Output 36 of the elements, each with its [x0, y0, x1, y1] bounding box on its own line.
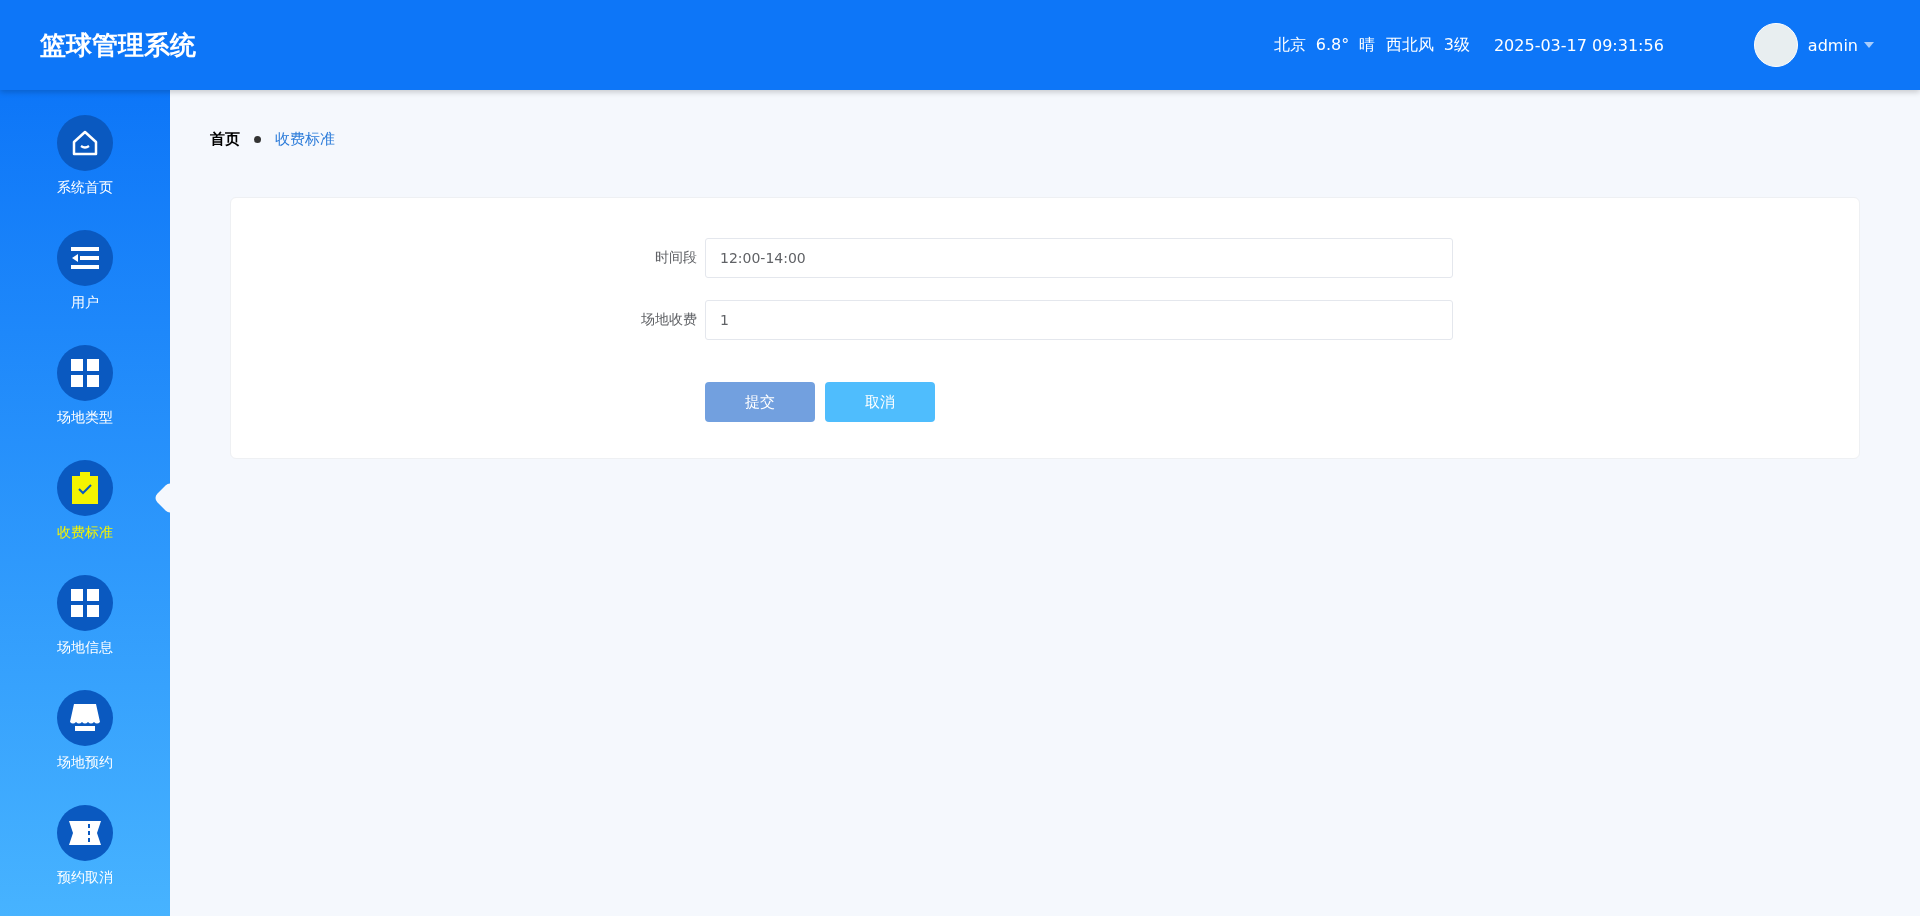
sidebar-item[interactable]: 场地预约 [57, 754, 113, 772]
field-label: 场地收费 [640, 311, 698, 329]
sidebar-item[interactable]: 场地类型 [57, 409, 113, 427]
sidebar-item[interactable]: 用户 [71, 294, 99, 312]
caret-icon[interactable] [1864, 42, 1874, 48]
separator-dot [254, 135, 261, 143]
menu-icon-circle[interactable] [57, 575, 113, 631]
user-name[interactable]: admin [1807, 35, 1858, 55]
clipboard-check-icon [72, 472, 98, 504]
input-field[interactable]: 12:00-14:00 [705, 238, 1453, 278]
storefront-icon [70, 704, 100, 732]
list-icon [71, 246, 99, 270]
breadcrumb-item[interactable]: 收费标准 [275, 129, 335, 149]
ticket-icon [69, 821, 101, 845]
field-label: 时间段 [654, 249, 698, 267]
grid-icon [71, 359, 99, 387]
grid-icon [71, 589, 99, 617]
menu-icon-circle[interactable] [57, 805, 113, 861]
sidebar-item[interactable]: 系统首页 [57, 179, 113, 197]
menu-icon-circle[interactable] [57, 230, 113, 286]
menu-icon-circle[interactable] [57, 690, 113, 746]
date-time: 2025-03-17 09:31:56 [1493, 35, 1664, 55]
home-icon [70, 128, 100, 158]
menu-icon-circle[interactable] [57, 345, 113, 401]
app-title: 篮球管理系统 [40, 28, 197, 62]
cancel-button[interactable]: 取消 [825, 382, 935, 422]
menu-icon-circle[interactable] [57, 460, 113, 516]
sidebar-item[interactable]: 收费标准 [57, 524, 113, 542]
sidebar-item[interactable]: 预约取消 [57, 869, 113, 887]
menu-icon-circle[interactable] [57, 115, 113, 171]
input-field[interactable]: 1 [705, 300, 1453, 340]
avatar[interactable] [1753, 23, 1798, 67]
submit-button[interactable]: 提交 [705, 382, 815, 422]
weather-text: 北京 6.8° 晴 西北风 3级 [1273, 34, 1470, 56]
breadcrumb-item[interactable]: 首页 [210, 129, 240, 149]
sidebar-item[interactable]: 场地信息 [57, 639, 113, 657]
